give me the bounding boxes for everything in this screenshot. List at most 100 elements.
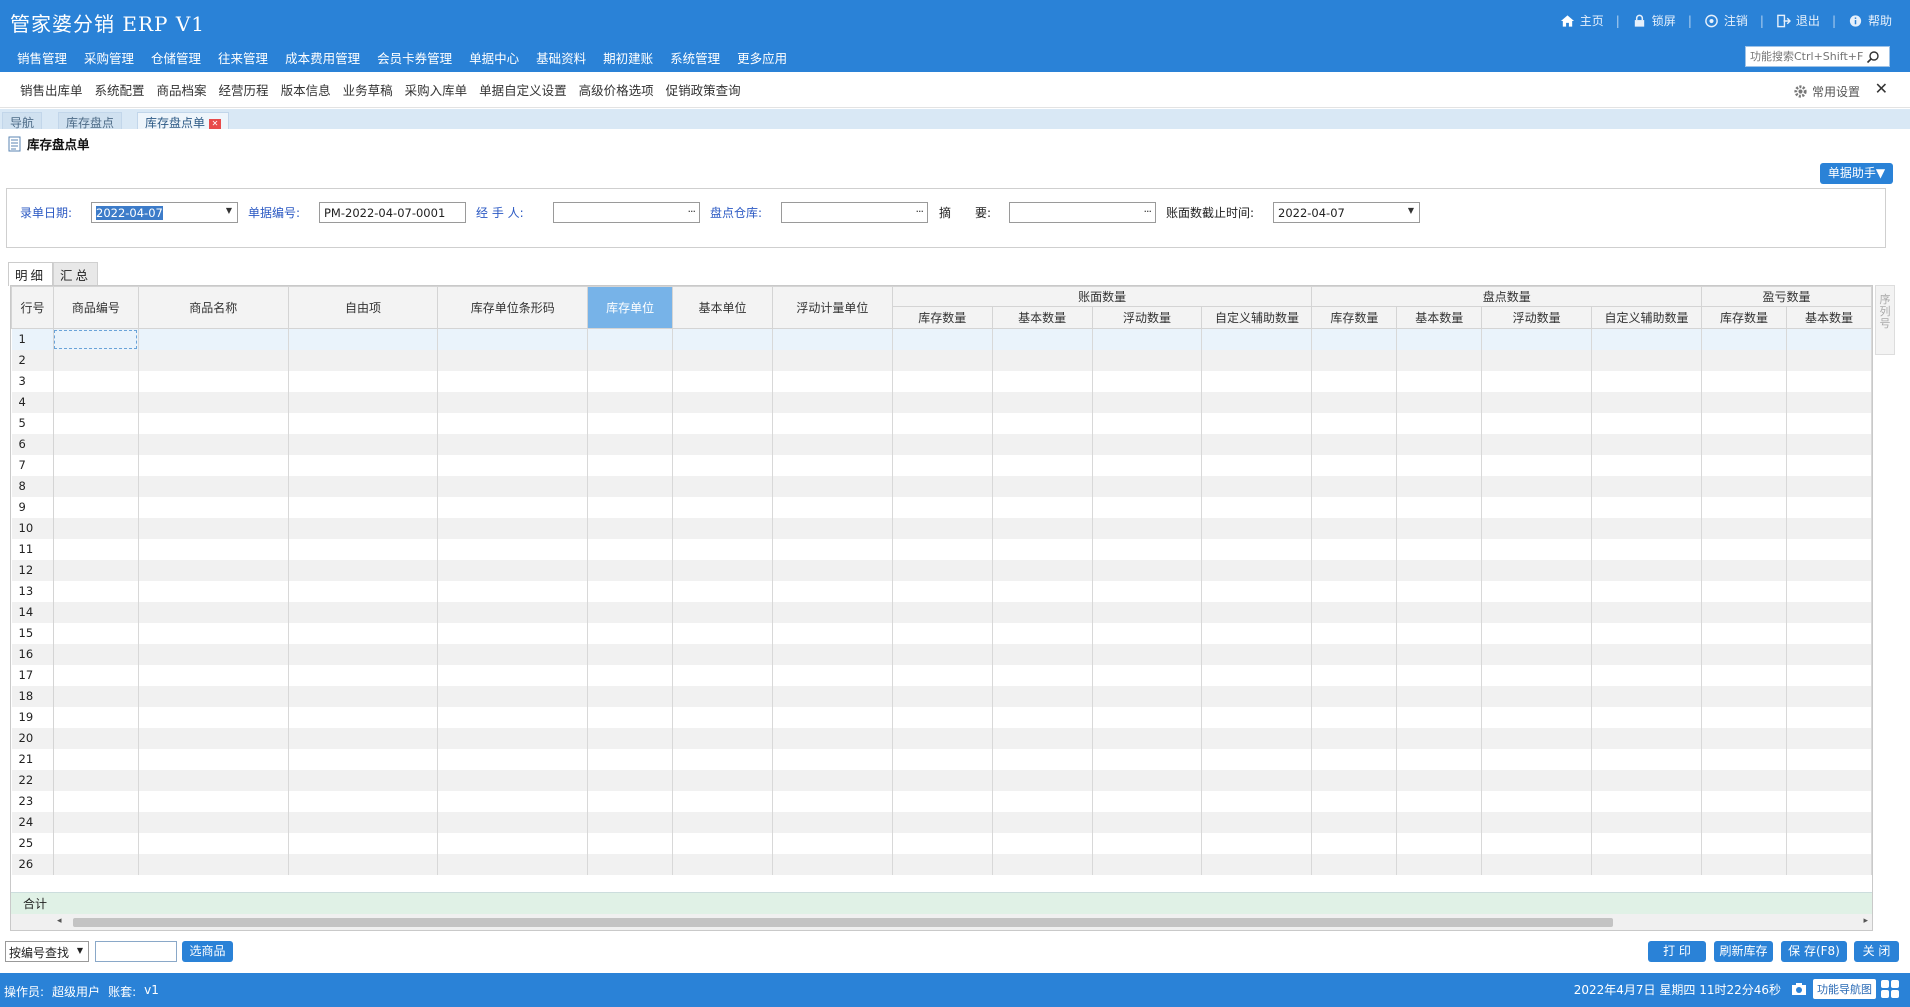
grid-cell[interactable] [1396,811,1483,833]
pick-product-button[interactable]: 选商品 [182,941,233,962]
grid-cell[interactable] [288,349,439,371]
grid-cell[interactable] [1201,601,1313,623]
grid-cell[interactable] [892,328,993,350]
grid-cell[interactable] [1396,391,1483,413]
grid-cell[interactable] [288,580,439,602]
grid-cell[interactable] [53,643,139,665]
grid-cell[interactable] [288,559,439,581]
grid-cell[interactable] [53,706,139,728]
grid-cell[interactable] [992,727,1093,749]
grid-cell[interactable] [1701,790,1787,812]
grid-cell[interactable] [1311,769,1398,791]
grid-cell[interactable] [1591,559,1703,581]
grid-cell[interactable] [1396,496,1483,518]
col-row-number[interactable]: 行号 [11,286,54,329]
grid-cell[interactable] [1481,643,1593,665]
grid-cell[interactable] [1591,538,1703,560]
grid-cell[interactable] [437,559,589,581]
grid-cell[interactable] [1786,454,1872,476]
grid-cell[interactable] [1786,349,1872,371]
grid-cell[interactable] [1396,370,1483,392]
grid-cell[interactable] [587,328,674,350]
grid-cell[interactable] [138,559,289,581]
grid-cell[interactable] [437,349,589,371]
grid-cell[interactable] [1311,790,1398,812]
grid-cell[interactable] [138,433,289,455]
grid-cell[interactable] [672,727,773,749]
grid-cell[interactable] [1092,433,1203,455]
col-free-item[interactable]: 自由项 [287,286,439,329]
grid-cell[interactable] [1311,748,1398,770]
grid-cell[interactable] [672,538,773,560]
grid-cell[interactable] [53,349,139,371]
grid-cell[interactable] [1092,769,1203,791]
grid-cell[interactable] [1786,370,1872,392]
warehouse-field[interactable]: ··· [781,202,928,223]
grid-cell[interactable] [1786,391,1872,413]
grid-cell[interactable] [1092,412,1203,434]
grid-cell[interactable] [1092,811,1203,833]
summary-field[interactable]: ··· [1009,202,1156,223]
grid-cell[interactable] [437,664,589,686]
grid-cell[interactable] [1786,433,1872,455]
menu-accounts[interactable]: 往来管理 [218,48,268,67]
grid-cell[interactable] [1201,370,1313,392]
grid-cell[interactable] [138,706,289,728]
grid-cell[interactable] [437,454,589,476]
table-row[interactable]: 6 [11,433,1872,455]
grid-cell[interactable] [672,349,773,371]
grid-cell[interactable] [1201,748,1313,770]
menu-sales[interactable]: 销售管理 [17,48,67,67]
table-row[interactable]: 4 [11,391,1872,413]
grid-cell[interactable] [1786,412,1872,434]
table-row[interactable]: 19 [11,706,1872,728]
grid-cell[interactable] [892,454,993,476]
grid-cell[interactable] [892,769,993,791]
grid-cell[interactable] [992,853,1093,875]
col-book-custom-qty[interactable]: 自定义辅助数量 [1201,306,1313,329]
col-count-custom-qty[interactable]: 自定义辅助数量 [1591,306,1703,329]
grid-cell[interactable] [1701,706,1787,728]
grid-cell[interactable] [992,517,1093,539]
grid-cell[interactable] [892,559,993,581]
col-stock-unit[interactable]: 库存单位 [587,286,674,329]
grid-cell[interactable] [1396,748,1483,770]
date-field[interactable]: 2022-04-07 ▼ [91,202,238,223]
grid-cell[interactable] [1591,412,1703,434]
chevron-down-icon[interactable]: ▼ [226,206,232,215]
grid-cell[interactable] [1591,832,1703,854]
grid-cell[interactable] [1201,664,1313,686]
grid-cell[interactable] [1201,706,1313,728]
menu-opening[interactable]: 期初建账 [603,48,653,67]
grid-cell[interactable] [1591,664,1703,686]
grid-cell[interactable] [1591,769,1703,791]
grid-cell[interactable] [288,832,439,854]
grid-cell[interactable] [672,559,773,581]
grid-cell[interactable] [992,601,1093,623]
grid-cell[interactable] [587,706,674,728]
grid-cell[interactable] [1591,748,1703,770]
grid-cell[interactable] [1701,832,1787,854]
table-row[interactable]: 9 [11,496,1872,518]
grid-cell[interactable] [672,748,773,770]
function-search-input[interactable] [1746,47,1866,66]
grid-cell[interactable] [1481,496,1593,518]
grid-cell[interactable] [1396,643,1483,665]
grid-cell[interactable] [992,391,1093,413]
grid-cell[interactable] [1396,349,1483,371]
grid-cell[interactable] [672,643,773,665]
lock-link[interactable]: 锁屏 [1632,12,1676,29]
grid-cell[interactable] [672,706,773,728]
grid-cell[interactable] [1396,622,1483,644]
grid-cell[interactable] [772,454,893,476]
tab-nav[interactable]: 导航 [2,112,43,130]
grid-cell[interactable] [1396,475,1483,497]
grid-cell[interactable] [1201,391,1313,413]
grid-cell[interactable] [138,853,289,875]
grid-cell[interactable] [288,811,439,833]
grid-cell[interactable] [892,727,993,749]
grid-cell[interactable] [772,643,893,665]
grid-cell[interactable] [437,643,589,665]
grid-cell[interactable] [672,832,773,854]
grid-cell[interactable] [288,748,439,770]
